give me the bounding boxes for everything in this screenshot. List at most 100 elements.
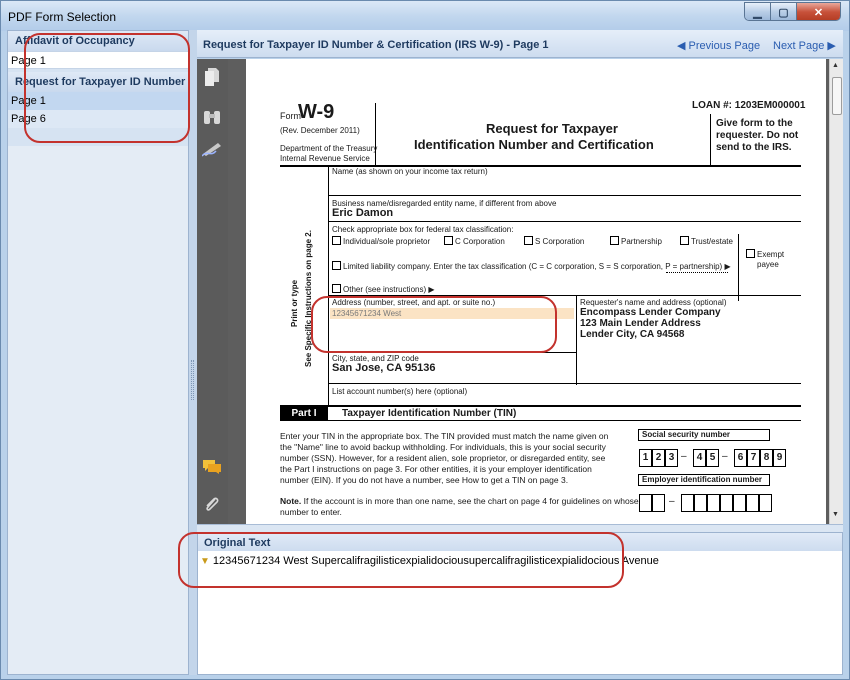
checkbox-individual[interactable]: Individual/sole proprietor <box>332 236 430 246</box>
checkbox-partnership[interactable]: Partnership <box>610 236 662 246</box>
checkbox-c-corp[interactable]: C Corporation <box>444 236 505 246</box>
form-section-affidavit: Affidavit of Occupancy Page 1 <box>8 31 188 69</box>
original-text-panel: Original Text ▼ 12345671234 West Supercal… <box>197 532 843 675</box>
exempt-divider <box>738 234 739 301</box>
ein-digit <box>759 494 772 512</box>
list-item-page[interactable]: Page 1 <box>8 51 188 69</box>
tool-strip <box>197 59 228 524</box>
form-list-panel: Affidavit of Occupancy Page 1 Request fo… <box>7 30 189 675</box>
requester-line3: Lender City, CA 94568 <box>580 329 685 340</box>
checkbox-icon <box>610 236 619 245</box>
llc-entry-line[interactable] <box>666 272 728 273</box>
scroll-up-icon[interactable]: ▲ <box>832 62 839 69</box>
viewer-scrollbar[interactable]: ▲ ▼ <box>829 59 843 524</box>
original-text-header: Original Text <box>198 533 842 551</box>
side-see-label: See Specific Instructions on page 2. <box>304 230 313 367</box>
pdf-page: Form W-9 (Rev. December 2011) Department… <box>246 59 826 524</box>
ein-field[interactable]: – <box>639 494 781 512</box>
checkbox-trust[interactable]: Trust/estate <box>680 236 733 246</box>
requester-line1: Encompass Lender Company <box>580 307 721 318</box>
comment-icon[interactable] <box>202 457 222 477</box>
note-block: Note. If the account is in more than one… <box>280 496 639 518</box>
classification-label: Check appropriate box for federal tax cl… <box>332 225 514 234</box>
row-rule <box>328 383 801 384</box>
loan-number: LOAN #: 1203EM000001 <box>692 100 806 111</box>
address-label: Address (number, street, and apt. or sui… <box>332 298 496 307</box>
document-header: Request for Taxpayer ID Number & Certifi… <box>197 30 843 58</box>
paperclip-icon[interactable] <box>202 495 222 515</box>
requester-label: Requester's name and address (optional) <box>580 298 727 307</box>
bottom-splitter[interactable] <box>197 524 843 532</box>
ssn-dash: – <box>722 451 728 462</box>
checkbox-llc[interactable]: Limited liability company. Enter the tax… <box>332 261 731 271</box>
checkbox-s-corp[interactable]: S Corporation <box>524 236 584 246</box>
note-text-line: number to enter. <box>280 507 342 517</box>
ein-digit <box>746 494 759 512</box>
checkbox-icon <box>332 284 341 293</box>
signature-icon[interactable] <box>202 139 222 159</box>
ein-digit <box>694 494 707 512</box>
window-controls: ▁ ▢ ✕ <box>744 2 841 21</box>
checkbox-icon <box>332 261 341 270</box>
list-item-page[interactable]: Page 6 <box>8 110 188 128</box>
ssn-digit: 5 <box>706 449 719 467</box>
section-header[interactable]: Request for Taxpayer ID Number <box>8 72 188 92</box>
ssn-digit: 4 <box>693 449 706 467</box>
checkbox-label: Trust/estate <box>691 237 733 246</box>
form-title-line1: Request for Taxpayer <box>486 121 618 136</box>
panel-splitter[interactable] <box>189 30 197 675</box>
tin-text-line: the "Name" line to avoid backup withhold… <box>280 442 606 452</box>
business-value[interactable]: Eric Damon <box>332 207 393 219</box>
note-text: If the account is in more than one name,… <box>303 496 639 506</box>
city-value[interactable]: San Jose, CA 95136 <box>332 362 436 374</box>
original-text-value: 12345671234 West Supercalifragilisticexp… <box>212 555 659 567</box>
checkbox-label: Individual/sole proprietor <box>343 237 431 246</box>
section-header[interactable]: Affidavit of Occupancy <box>8 31 188 51</box>
scroll-down-icon[interactable]: ▼ <box>832 511 839 518</box>
checkbox-label: Partnership <box>621 237 662 246</box>
address-field[interactable]: 12345671234 West <box>330 308 574 319</box>
checkbox-other[interactable]: Other (see instructions) ▶ <box>332 284 435 294</box>
form-title-line2: Identification Number and Certification <box>414 137 654 152</box>
side-rule <box>328 166 329 406</box>
minimize-button[interactable]: ▁ <box>745 3 771 20</box>
ein-label: Employer identification number <box>638 474 770 486</box>
ein-digit <box>652 494 665 512</box>
give-form-line2: requester. Do not <box>716 130 799 141</box>
give-form-line1: Give form to the <box>716 118 793 129</box>
tin-text-line: the Part I instructions on page 3. For o… <box>280 464 592 474</box>
form-number: W-9 <box>298 101 335 123</box>
binoculars-icon[interactable] <box>202 107 222 127</box>
form-irs: Internal Revenue Service <box>280 154 370 163</box>
side-print-label: Print or type <box>290 279 299 327</box>
scroll-thumb[interactable] <box>832 77 842 115</box>
close-button[interactable]: ✕ <box>797 3 840 20</box>
tin-text-line: number (EIN). If you do not have a numbe… <box>280 475 569 485</box>
maximize-button[interactable]: ▢ <box>771 3 797 20</box>
form-revision: (Rev. December 2011) <box>280 126 360 135</box>
list-item-page[interactable]: Page 1 <box>8 92 188 110</box>
exempt-payee-label: payee <box>757 260 779 269</box>
checkbox-label: S Corporation <box>535 237 585 246</box>
maximize-icon: ▢ <box>778 6 789 19</box>
page-icon[interactable] <box>202 67 222 87</box>
next-page-link[interactable]: Next Page ▶ <box>773 39 836 52</box>
checkbox-exempt[interactable]: Exempt <box>746 249 784 259</box>
ssn-digit: 9 <box>773 449 786 467</box>
ssn-field[interactable]: 1 2 3 – 4 5 – 6 7 8 9 <box>639 449 786 467</box>
checkbox-icon <box>746 249 755 258</box>
grip-icon <box>191 360 194 400</box>
minimize-icon: ▁ <box>753 6 762 19</box>
address-value: 12345671234 West <box>332 309 402 318</box>
ein-dash: – <box>669 496 675 507</box>
give-form-line3: send to the IRS. <box>716 142 792 153</box>
requester-divider <box>576 295 577 385</box>
original-text-row[interactable]: ▼ 12345671234 West Supercalifragilisticex… <box>198 551 842 567</box>
row-rule <box>328 195 801 196</box>
pdf-viewer[interactable]: Form W-9 (Rev. December 2011) Department… <box>228 59 829 524</box>
close-icon: ✕ <box>813 6 824 19</box>
ein-digit <box>681 494 694 512</box>
tin-text-line: number (SSN). However, for a resident al… <box>280 453 606 463</box>
previous-page-link[interactable]: ◀ Previous Page <box>677 39 760 52</box>
header-divider <box>710 114 711 165</box>
